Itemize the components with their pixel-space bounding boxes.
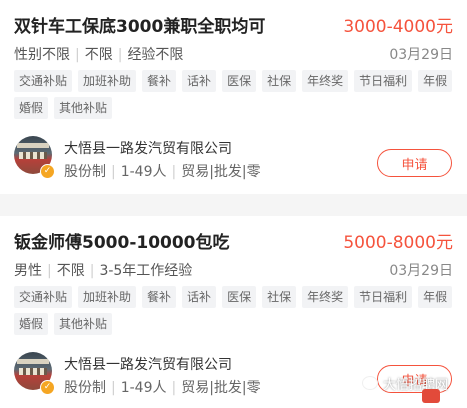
job-salary: 5000-8000元: [343, 233, 453, 253]
job-card[interactable]: 双针车工保底3000兼职全职均可 3000-4000元 性别不限 | 不限 | 经验不限…: [0, 0, 467, 194]
divider: |: [89, 263, 95, 279]
divider: |: [75, 47, 80, 63]
benefit-tag: 医保: [222, 286, 257, 308]
benefit-tag: 节日福利: [354, 70, 413, 92]
company-type: 股份制: [64, 380, 106, 396]
benefit-tag: 节日福利: [354, 286, 413, 308]
divider: |: [171, 164, 177, 180]
verified-badge-icon: ✓: [40, 164, 55, 179]
company-name[interactable]: 大悟县一路发汽贸有限公司: [64, 354, 232, 374]
divider: |: [47, 263, 52, 279]
benefit-tag: 婚假: [14, 97, 49, 119]
job-title[interactable]: 双针车工保底3000兼职全职均可: [14, 12, 265, 37]
job-salary: 3000-4000元: [343, 17, 453, 37]
company-size: 1-49人: [120, 380, 167, 396]
benefit-tags: 交通补贴 加班补助 餐补 话补 医保 社保 年终奖 节日福利 年假 婚假 其他补…: [14, 286, 454, 335]
company-meta: 股份制|1-49人|贸易|批发|零售: [64, 161, 260, 181]
benefit-tag: 年终奖: [302, 286, 349, 308]
benefit-tag: 婚假: [14, 313, 49, 335]
benefit-tag: 年终奖: [302, 70, 349, 92]
benefit-tag: 话补: [182, 286, 217, 308]
benefit-tag: 加班补助: [78, 70, 137, 92]
company-name[interactable]: 大悟县一路发汽贸有限公司: [64, 138, 232, 158]
benefit-tag: 医保: [222, 70, 257, 92]
logo-windows: [19, 152, 47, 159]
benefit-tag: 话补: [182, 70, 217, 92]
job-requirements: 男性 | 不限 | 3-5年工作经验: [14, 260, 192, 280]
wechat-icon: [362, 376, 378, 390]
divider: |: [111, 164, 116, 180]
company-size: 1-49人: [120, 164, 167, 180]
benefit-tag: 餐补: [142, 286, 177, 308]
benefit-tag: 社保: [262, 286, 297, 308]
company-type: 股份制: [64, 164, 106, 180]
benefit-tags: 交通补贴 加班补助 餐补 话补 医保 社保 年终奖 节日福利 年假 婚假 其他补…: [14, 70, 454, 119]
divider: |: [171, 380, 177, 396]
requirement-gender: 性别不限: [14, 47, 70, 63]
job-title[interactable]: 钣金师傅5000-10000包吃: [14, 228, 230, 253]
logo-roof: [17, 143, 49, 148]
verified-badge-icon: ✓: [40, 380, 55, 395]
job-requirements: 性别不限 | 不限 | 经验不限: [14, 44, 183, 64]
benefit-tag: 加班补助: [78, 286, 137, 308]
benefit-tag: 年假: [418, 286, 453, 308]
divider: |: [111, 380, 116, 396]
benefit-tag: 餐补: [142, 70, 177, 92]
benefit-tag: 社保: [262, 70, 297, 92]
watermark-logo-icon: [422, 389, 440, 403]
requirement-education: 不限: [84, 47, 113, 63]
company-meta: 股份制|1-49人|贸易|批发|零售: [64, 377, 260, 397]
company-industry: 贸易|批发|零售: [181, 164, 260, 180]
requirement-education: 不限: [56, 263, 85, 279]
logo-roof: [17, 359, 49, 364]
requirement-experience: 3-5年工作经验: [99, 263, 193, 279]
benefit-tag: 其他补贴: [54, 97, 113, 119]
post-date: 03月29日: [389, 47, 453, 63]
benefit-tag: 交通补贴: [14, 286, 73, 308]
logo-windows: [19, 368, 47, 375]
benefit-tag: 交通补贴: [14, 70, 73, 92]
benefit-tag: 其他补贴: [54, 313, 113, 335]
benefit-tag: 年假: [418, 70, 453, 92]
requirement-gender: 男性: [14, 263, 42, 279]
company-industry: 贸易|批发|零售: [181, 380, 260, 396]
requirement-experience: 经验不限: [127, 47, 184, 63]
post-date: 03月29日: [389, 263, 453, 279]
apply-button[interactable]: 申请: [377, 149, 452, 177]
divider: |: [117, 47, 123, 63]
